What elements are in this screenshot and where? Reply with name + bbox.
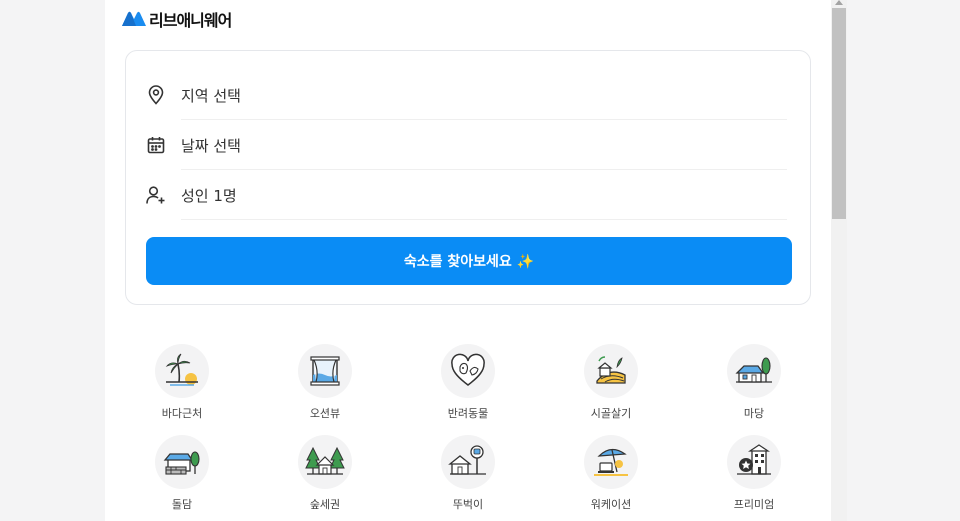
main-page: 리브애니웨어 지역 선택 날짜 선택 성인 1명 숙소를 찾아보세요 ✨ 바다근… [105,0,831,521]
add-person-icon [146,185,166,205]
region-select[interactable]: 지역 선택 [146,70,786,120]
ocean-window-icon [298,344,352,398]
category-yard[interactable]: 마당 [699,344,809,421]
category-beach[interactable]: 바다근처 [127,344,237,421]
palm-beach-icon [155,344,209,398]
premium-building-icon [727,435,781,489]
category-label: 돌담 [171,498,193,511]
category-label: 바다근처 [161,407,203,420]
countryside-icon [584,344,638,398]
logo[interactable]: 리브애니웨어 [121,8,232,30]
category-workation[interactable]: 워케이션 [556,435,666,512]
category-label: 프리미엄 [733,498,775,511]
category-countryside[interactable]: 시골살기 [556,344,666,421]
forest-house-icon [298,435,352,489]
bus-stop-icon [441,435,495,489]
category-label: 숲세권 [309,498,341,511]
logo-mark-icon [122,11,146,26]
category-label: 시골살기 [590,407,632,420]
category-label: 오션뷰 [309,407,341,420]
region-label: 지역 선택 [181,86,241,105]
category-label: 뚜벅이 [452,498,484,511]
scroll-up-arrow-icon[interactable] [835,0,843,5]
category-premium[interactable]: 프리미엄 [699,435,809,512]
location-pin-icon [146,85,166,105]
workation-icon [584,435,638,489]
logo-text: 리브애니웨어 [149,11,232,30]
guests-label: 성인 1명 [181,186,237,205]
category-label: 반려동물 [447,407,489,420]
date-label: 날짜 선택 [181,136,241,155]
divider [181,219,787,220]
calendar-icon [146,135,166,155]
scrollbar[interactable] [831,0,847,521]
category-label: 마당 [743,407,765,420]
date-select[interactable]: 날짜 선택 [146,120,786,170]
category-bus-stop[interactable]: 뚜벅이 [413,435,523,512]
stone-wall-house-icon [155,435,209,489]
category-label: 워케이션 [590,498,632,511]
search-button[interactable]: 숙소를 찾아보세요 ✨ [146,237,792,285]
guest-select[interactable]: 성인 1명 [146,170,786,220]
category-pets[interactable]: 반려동물 [413,344,523,421]
category-ocean-view[interactable]: 오션뷰 [270,344,380,421]
pet-heart-icon [441,344,495,398]
category-stone-wall[interactable]: 돌담 [127,435,237,512]
scroll-thumb[interactable] [832,8,846,219]
yard-house-icon [727,344,781,398]
search-card: 지역 선택 날짜 선택 성인 1명 숙소를 찾아보세요 ✨ [125,50,811,305]
category-forest[interactable]: 숲세권 [270,435,380,512]
